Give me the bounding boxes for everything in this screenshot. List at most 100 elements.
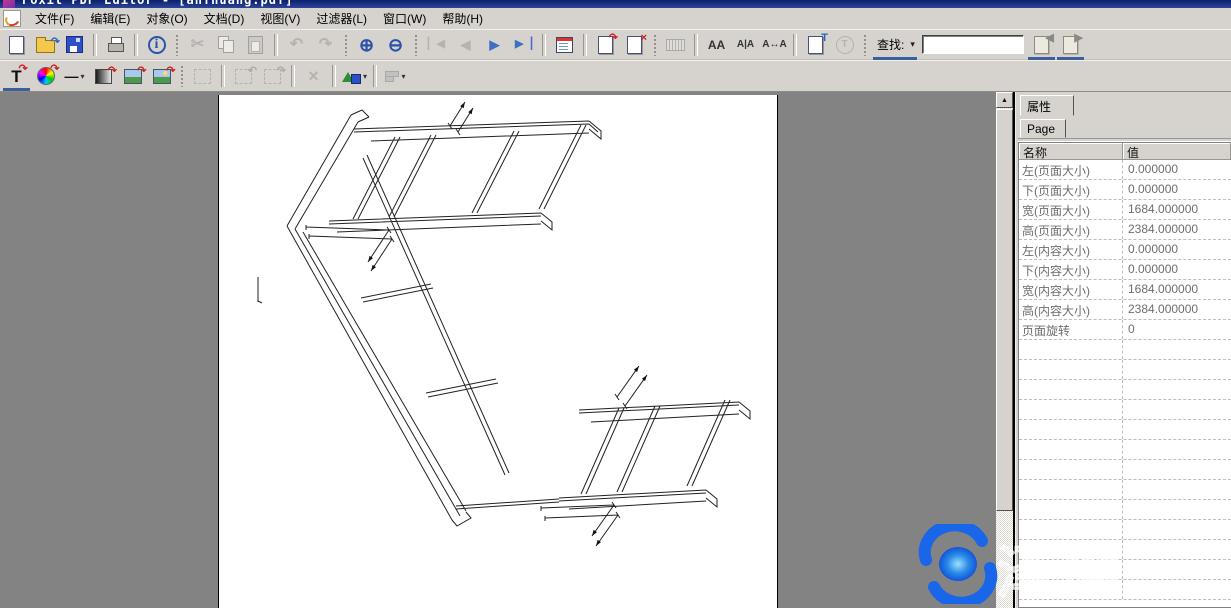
overlay-mark-icon: ↷ bbox=[51, 37, 60, 48]
line-style-button[interactable]: —▾ bbox=[61, 62, 88, 90]
property-value[interactable]: 0.000000 bbox=[1123, 240, 1231, 259]
keyboard-icon bbox=[666, 39, 685, 51]
toolbar-separator bbox=[93, 34, 97, 56]
keyboard-button[interactable] bbox=[662, 31, 689, 59]
column-header-value[interactable]: 值 bbox=[1123, 143, 1231, 160]
prev-page-button[interactable]: ◀ bbox=[452, 31, 479, 59]
tab-properties[interactable]: 属性 bbox=[1020, 95, 1074, 116]
delete-object-button[interactable]: × bbox=[300, 62, 327, 90]
find-label: 查找: bbox=[877, 36, 904, 53]
property-value[interactable]: 0.000000 bbox=[1123, 160, 1231, 179]
insert-shading-button[interactable]: ↷ bbox=[90, 62, 117, 90]
find-input[interactable] bbox=[922, 35, 1024, 54]
insert-color-button[interactable]: ↷ bbox=[32, 62, 59, 90]
insert-text-icon: T↷ bbox=[11, 68, 21, 85]
rotate-right-icon: ↷ bbox=[264, 69, 281, 84]
align-objects-button[interactable]: ▾ bbox=[382, 62, 409, 90]
menu-help[interactable]: 帮助(H) bbox=[434, 8, 491, 29]
font-style-button[interactable]: AA bbox=[703, 31, 730, 59]
menu-object[interactable]: 对象(O) bbox=[138, 8, 195, 29]
toolbar-separator bbox=[221, 65, 225, 87]
find-next-button[interactable]: ▶ bbox=[1057, 31, 1084, 59]
find-previous-button[interactable]: ◀ bbox=[1028, 31, 1055, 59]
last-page-button[interactable]: ▶▕ bbox=[510, 31, 537, 59]
zoom-in-button[interactable]: ⊕ bbox=[353, 31, 380, 59]
main-area: ▲ 属性 Page 名称 值 左(页面大小)0.000000下(页面大小)0.0… bbox=[0, 92, 1231, 608]
insert-shading-icon: ↷ bbox=[95, 69, 112, 84]
text-circle-button[interactable]: T bbox=[831, 31, 858, 59]
rotate-page-button[interactable]: ↷ bbox=[592, 31, 619, 59]
font-spacing-button[interactable]: A↔A bbox=[761, 31, 788, 59]
menu-edit[interactable]: 编辑(E) bbox=[82, 8, 138, 29]
toolbar-gripper bbox=[863, 34, 867, 56]
overlay-mark-icon: ↷ bbox=[277, 66, 286, 77]
next-page-button[interactable]: ▶ bbox=[481, 31, 508, 59]
scrollbar-thumb[interactable] bbox=[996, 109, 1013, 511]
property-value[interactable]: 1684.000000 bbox=[1123, 200, 1231, 219]
edit-image-button[interactable]: ↷ bbox=[119, 62, 146, 90]
scroll-up-button[interactable]: ▲ bbox=[996, 92, 1013, 108]
property-value[interactable]: 2384.000000 bbox=[1123, 220, 1231, 239]
pdf-page[interactable] bbox=[218, 95, 778, 608]
print-button[interactable] bbox=[102, 31, 129, 59]
menu-document[interactable]: 文档(D) bbox=[196, 8, 253, 29]
font-kerning-button[interactable]: A|A bbox=[732, 31, 759, 59]
property-value[interactable]: 0 bbox=[1123, 320, 1231, 339]
column-header-name[interactable]: 名称 bbox=[1019, 143, 1123, 160]
property-row-empty bbox=[1019, 540, 1231, 560]
new-file-button[interactable] bbox=[3, 31, 30, 59]
page-form-button[interactable] bbox=[551, 31, 578, 59]
delete-page-button[interactable]: × bbox=[621, 31, 648, 59]
insert-text-button[interactable]: T↷ bbox=[3, 62, 30, 90]
grid-header: 名称 值 bbox=[1019, 143, 1231, 160]
dropdown-caret-icon[interactable]: ▾ bbox=[363, 72, 367, 81]
find-label-group: 查找:▾ bbox=[871, 31, 919, 59]
property-row-empty bbox=[1019, 560, 1231, 580]
zoom-in-icon: ⊕ bbox=[359, 36, 374, 54]
property-value[interactable]: 2384.000000 bbox=[1123, 300, 1231, 319]
find-dropdown-icon[interactable]: ▾ bbox=[906, 39, 919, 50]
add-text-icon: T bbox=[808, 36, 823, 54]
copy-button[interactable] bbox=[213, 31, 240, 59]
foxit-swirl-icon bbox=[3, 10, 21, 27]
menu-window[interactable]: 窗口(W) bbox=[375, 8, 434, 29]
rotate-right-button[interactable]: ↷ bbox=[259, 62, 286, 90]
overlay-mark-icon: ↷ bbox=[137, 66, 146, 77]
document-canvas bbox=[0, 92, 996, 608]
property-value[interactable]: 0.000000 bbox=[1123, 180, 1231, 199]
insert-image-button[interactable]: ↷ bbox=[148, 62, 175, 90]
menu-file[interactable]: 文件(F) bbox=[27, 8, 82, 29]
document-info-button[interactable]: i bbox=[143, 31, 170, 59]
toolbar-object: T↷↷—▾↷↷↷↶↷×▾▾ bbox=[0, 60, 1231, 92]
save-file-button[interactable] bbox=[61, 31, 88, 59]
toolbar-separator bbox=[793, 34, 797, 56]
property-row: 左(内容大小)0.000000 bbox=[1019, 240, 1231, 260]
open-file-button[interactable]: ↷ bbox=[32, 31, 59, 59]
property-row: 下(内容大小)0.000000 bbox=[1019, 260, 1231, 280]
insert-color-icon: ↷ bbox=[37, 67, 55, 85]
dropdown-caret-icon[interactable]: ▾ bbox=[80, 72, 84, 81]
menu-filter[interactable]: 过滤器(L) bbox=[308, 8, 375, 29]
zoom-out-button[interactable]: ⊖ bbox=[382, 31, 409, 59]
redo-button[interactable]: ↷ bbox=[312, 31, 339, 59]
select-object-button[interactable] bbox=[189, 62, 216, 90]
property-value[interactable]: 1684.000000 bbox=[1123, 280, 1231, 299]
rotate-left-button[interactable]: ↶ bbox=[230, 62, 257, 90]
align-objects-icon bbox=[385, 70, 399, 83]
next-page-icon: ▶ bbox=[490, 38, 500, 51]
vertical-scrollbar[interactable]: ▲ bbox=[996, 92, 1013, 608]
dropdown-caret-icon[interactable]: ▾ bbox=[401, 72, 405, 81]
property-value[interactable]: 0.000000 bbox=[1123, 260, 1231, 279]
insert-shape-button[interactable]: ▾ bbox=[341, 62, 368, 90]
property-row: 页面旋转0 bbox=[1019, 320, 1231, 340]
paste-button[interactable] bbox=[242, 31, 269, 59]
first-page-button[interactable]: ▏◀ bbox=[423, 31, 450, 59]
toolbar-separator bbox=[332, 65, 336, 87]
tab-page[interactable]: Page bbox=[1020, 119, 1066, 138]
undo-button[interactable]: ↶ bbox=[283, 31, 310, 59]
property-name: 左(内容大小) bbox=[1019, 240, 1123, 259]
delete-page-icon: × bbox=[627, 36, 642, 54]
menu-view[interactable]: 视图(V) bbox=[252, 8, 308, 29]
add-text-button[interactable]: T bbox=[802, 31, 829, 59]
cut-button[interactable]: ✂ bbox=[184, 31, 211, 59]
